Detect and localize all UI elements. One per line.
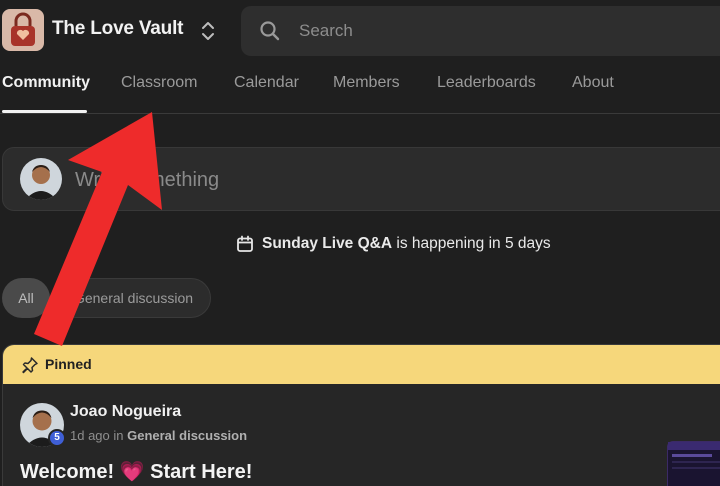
pin-icon <box>21 356 39 374</box>
pinned-post-card[interactable]: Pinned 5 Joao Nogueira 1d ago in General… <box>2 344 720 486</box>
post-title[interactable]: Welcome! 💗 Start Here! <box>20 459 252 484</box>
search-icon <box>259 20 281 42</box>
post-title-start: Welcome! <box>20 461 120 483</box>
community-logo[interactable] <box>2 9 44 51</box>
header: The Love Vault <box>0 0 720 60</box>
tab-calendar[interactable]: Calendar <box>234 74 299 92</box>
tab-leaderboards[interactable]: Leaderboards <box>437 74 536 92</box>
heart-emoji: 💗 <box>119 461 145 483</box>
post-meta: 1d ago in General discussion <box>70 428 247 443</box>
post-meta-in: in <box>109 428 128 443</box>
tab-about[interactable]: About <box>572 74 614 92</box>
pinned-banner: Pinned <box>3 345 720 384</box>
user-avatar <box>20 158 62 200</box>
tab-classroom[interactable]: Classroom <box>121 74 197 92</box>
post-title-end: Start Here! <box>144 461 253 483</box>
post-time: 1d ago <box>70 428 110 443</box>
app-title[interactable]: The Love Vault <box>52 18 183 40</box>
pinned-label: Pinned <box>45 356 92 372</box>
author-name[interactable]: Joao Nogueira <box>70 403 181 421</box>
event-suffix: is happening in 5 days <box>392 235 551 252</box>
composer-input[interactable] <box>75 166 675 194</box>
search-bar[interactable] <box>241 6 720 56</box>
post-thumbnail[interactable] <box>667 441 720 486</box>
event-name[interactable]: Sunday Live Q&A <box>262 235 392 252</box>
post-composer[interactable] <box>2 147 720 211</box>
tab-community[interactable]: Community <box>2 74 90 92</box>
search-input[interactable] <box>299 19 699 43</box>
active-tab-indicator <box>2 110 87 113</box>
filter-general-discussion[interactable]: General discussion <box>56 278 211 318</box>
post-category[interactable]: General discussion <box>127 428 247 443</box>
nav-tabs: Community Classroom Calendar Members Lea… <box>0 62 720 114</box>
community-switcher-icon[interactable] <box>198 20 218 42</box>
event-text: Sunday Live Q&A is happening in 5 days <box>262 235 551 253</box>
tab-members[interactable]: Members <box>333 74 400 92</box>
level-badge: 5 <box>48 429 66 447</box>
calendar-icon <box>236 235 254 253</box>
filter-all[interactable]: All <box>2 278 50 318</box>
